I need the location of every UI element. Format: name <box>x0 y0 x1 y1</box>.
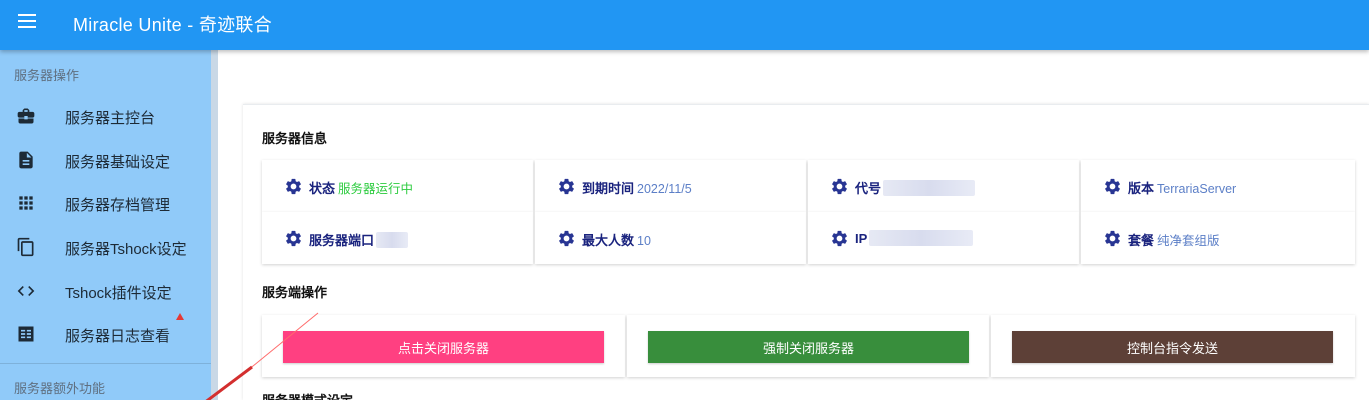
info-port: 服务器端口 <box>262 212 533 264</box>
gear-icon <box>1105 178 1120 195</box>
package-value: 纯净套组版 <box>1157 234 1220 248</box>
annotation-arrow-icon <box>205 312 319 400</box>
op-cell-console: 控制台指令发送 <box>991 315 1355 377</box>
force-stop-server-button[interactable]: 强制关闭服务器 <box>648 331 969 363</box>
sidebar-item-label: Tshock插件设定 <box>65 285 172 302</box>
info-max-players: 最大人数 10 <box>535 212 806 264</box>
stop-server-button[interactable]: 点击关闭服务器 <box>283 331 604 363</box>
sidebar-item-console[interactable]: 服务器主控台 <box>0 94 211 138</box>
server-ops-title: 服务端操作 <box>262 285 328 300</box>
info-label: 版本 <box>1128 181 1155 196</box>
sidebar-section-title: 服务器额外功能 <box>14 381 106 396</box>
document-icon <box>19 151 33 169</box>
info-label: 服务器端口 <box>309 233 375 248</box>
copy-icon <box>17 237 34 257</box>
sidebar-section-title: 服务器操作 <box>14 68 80 83</box>
sidebar-item-label: 服务器主控台 <box>65 110 156 127</box>
info-label: IP <box>855 231 868 246</box>
info-label: 到期时间 <box>582 181 635 196</box>
version-value: TerrariaServer <box>1157 182 1237 196</box>
gear-icon <box>286 178 301 195</box>
sidebar: 服务器操作 服务器主控台 服务器基础设定 服务器存档管理 服务器Tshock设定… <box>0 50 211 400</box>
info-label: 状态 <box>309 181 336 196</box>
info-ip: IP <box>808 212 1079 264</box>
apps-grid-icon <box>19 196 33 210</box>
sidebar-item-saves[interactable]: 服务器存档管理 <box>0 181 211 225</box>
info-label: 最大人数 <box>582 233 635 248</box>
briefcase-icon <box>17 108 35 124</box>
red-marker-icon <box>176 313 184 320</box>
info-label: 套餐 <box>1128 233 1155 248</box>
sidebar-divider <box>0 363 211 364</box>
sidebar-item-plugins[interactable]: Tshock插件设定 <box>0 269 211 313</box>
redacted-value <box>376 232 409 248</box>
gear-icon <box>559 178 574 195</box>
gear-icon <box>832 230 847 247</box>
app-bar: Miracle Unite - 奇迹联合 <box>0 0 1369 50</box>
gear-icon <box>559 230 574 247</box>
info-version: 版本 TerrariaServer <box>1081 160 1355 212</box>
sidebar-item-tshock-settings[interactable]: 服务器Tshock设定 <box>0 225 211 269</box>
app-title: Miracle Unite - 奇迹联合 <box>73 15 273 35</box>
server-info-title: 服务器信息 <box>262 131 328 146</box>
sidebar-item-label: 服务器基础设定 <box>65 154 171 171</box>
redacted-value <box>869 230 974 246</box>
sidebar-item-label: 服务器日志查看 <box>65 328 171 345</box>
gear-icon <box>832 178 847 195</box>
sidebar-item-basic-settings[interactable]: 服务器基础设定 <box>0 138 211 182</box>
console-command-button[interactable]: 控制台指令发送 <box>1012 331 1333 363</box>
op-cell-force-stop: 强制关闭服务器 <box>627 315 989 377</box>
code-icon <box>17 286 35 296</box>
status-value: 服务器运行中 <box>338 182 414 196</box>
info-status: 状态 服务器运行中 <box>262 160 533 212</box>
sidebar-item-label: 服务器Tshock设定 <box>65 241 187 258</box>
gear-icon <box>286 230 301 247</box>
receipt-icon <box>18 326 34 342</box>
info-code: 代号 <box>808 160 1079 212</box>
menu-icon[interactable] <box>18 14 40 32</box>
info-label: 代号 <box>855 181 882 196</box>
info-expiry: 到期时间 2022/11/5 <box>535 160 806 212</box>
max-players-value: 10 <box>637 234 651 248</box>
sidebar-item-label: 服务器存档管理 <box>65 197 171 214</box>
info-package: 套餐 纯净套组版 <box>1081 212 1355 264</box>
redacted-value <box>883 180 976 196</box>
gear-icon <box>1105 230 1120 247</box>
expiry-value: 2022/11/5 <box>637 182 692 196</box>
